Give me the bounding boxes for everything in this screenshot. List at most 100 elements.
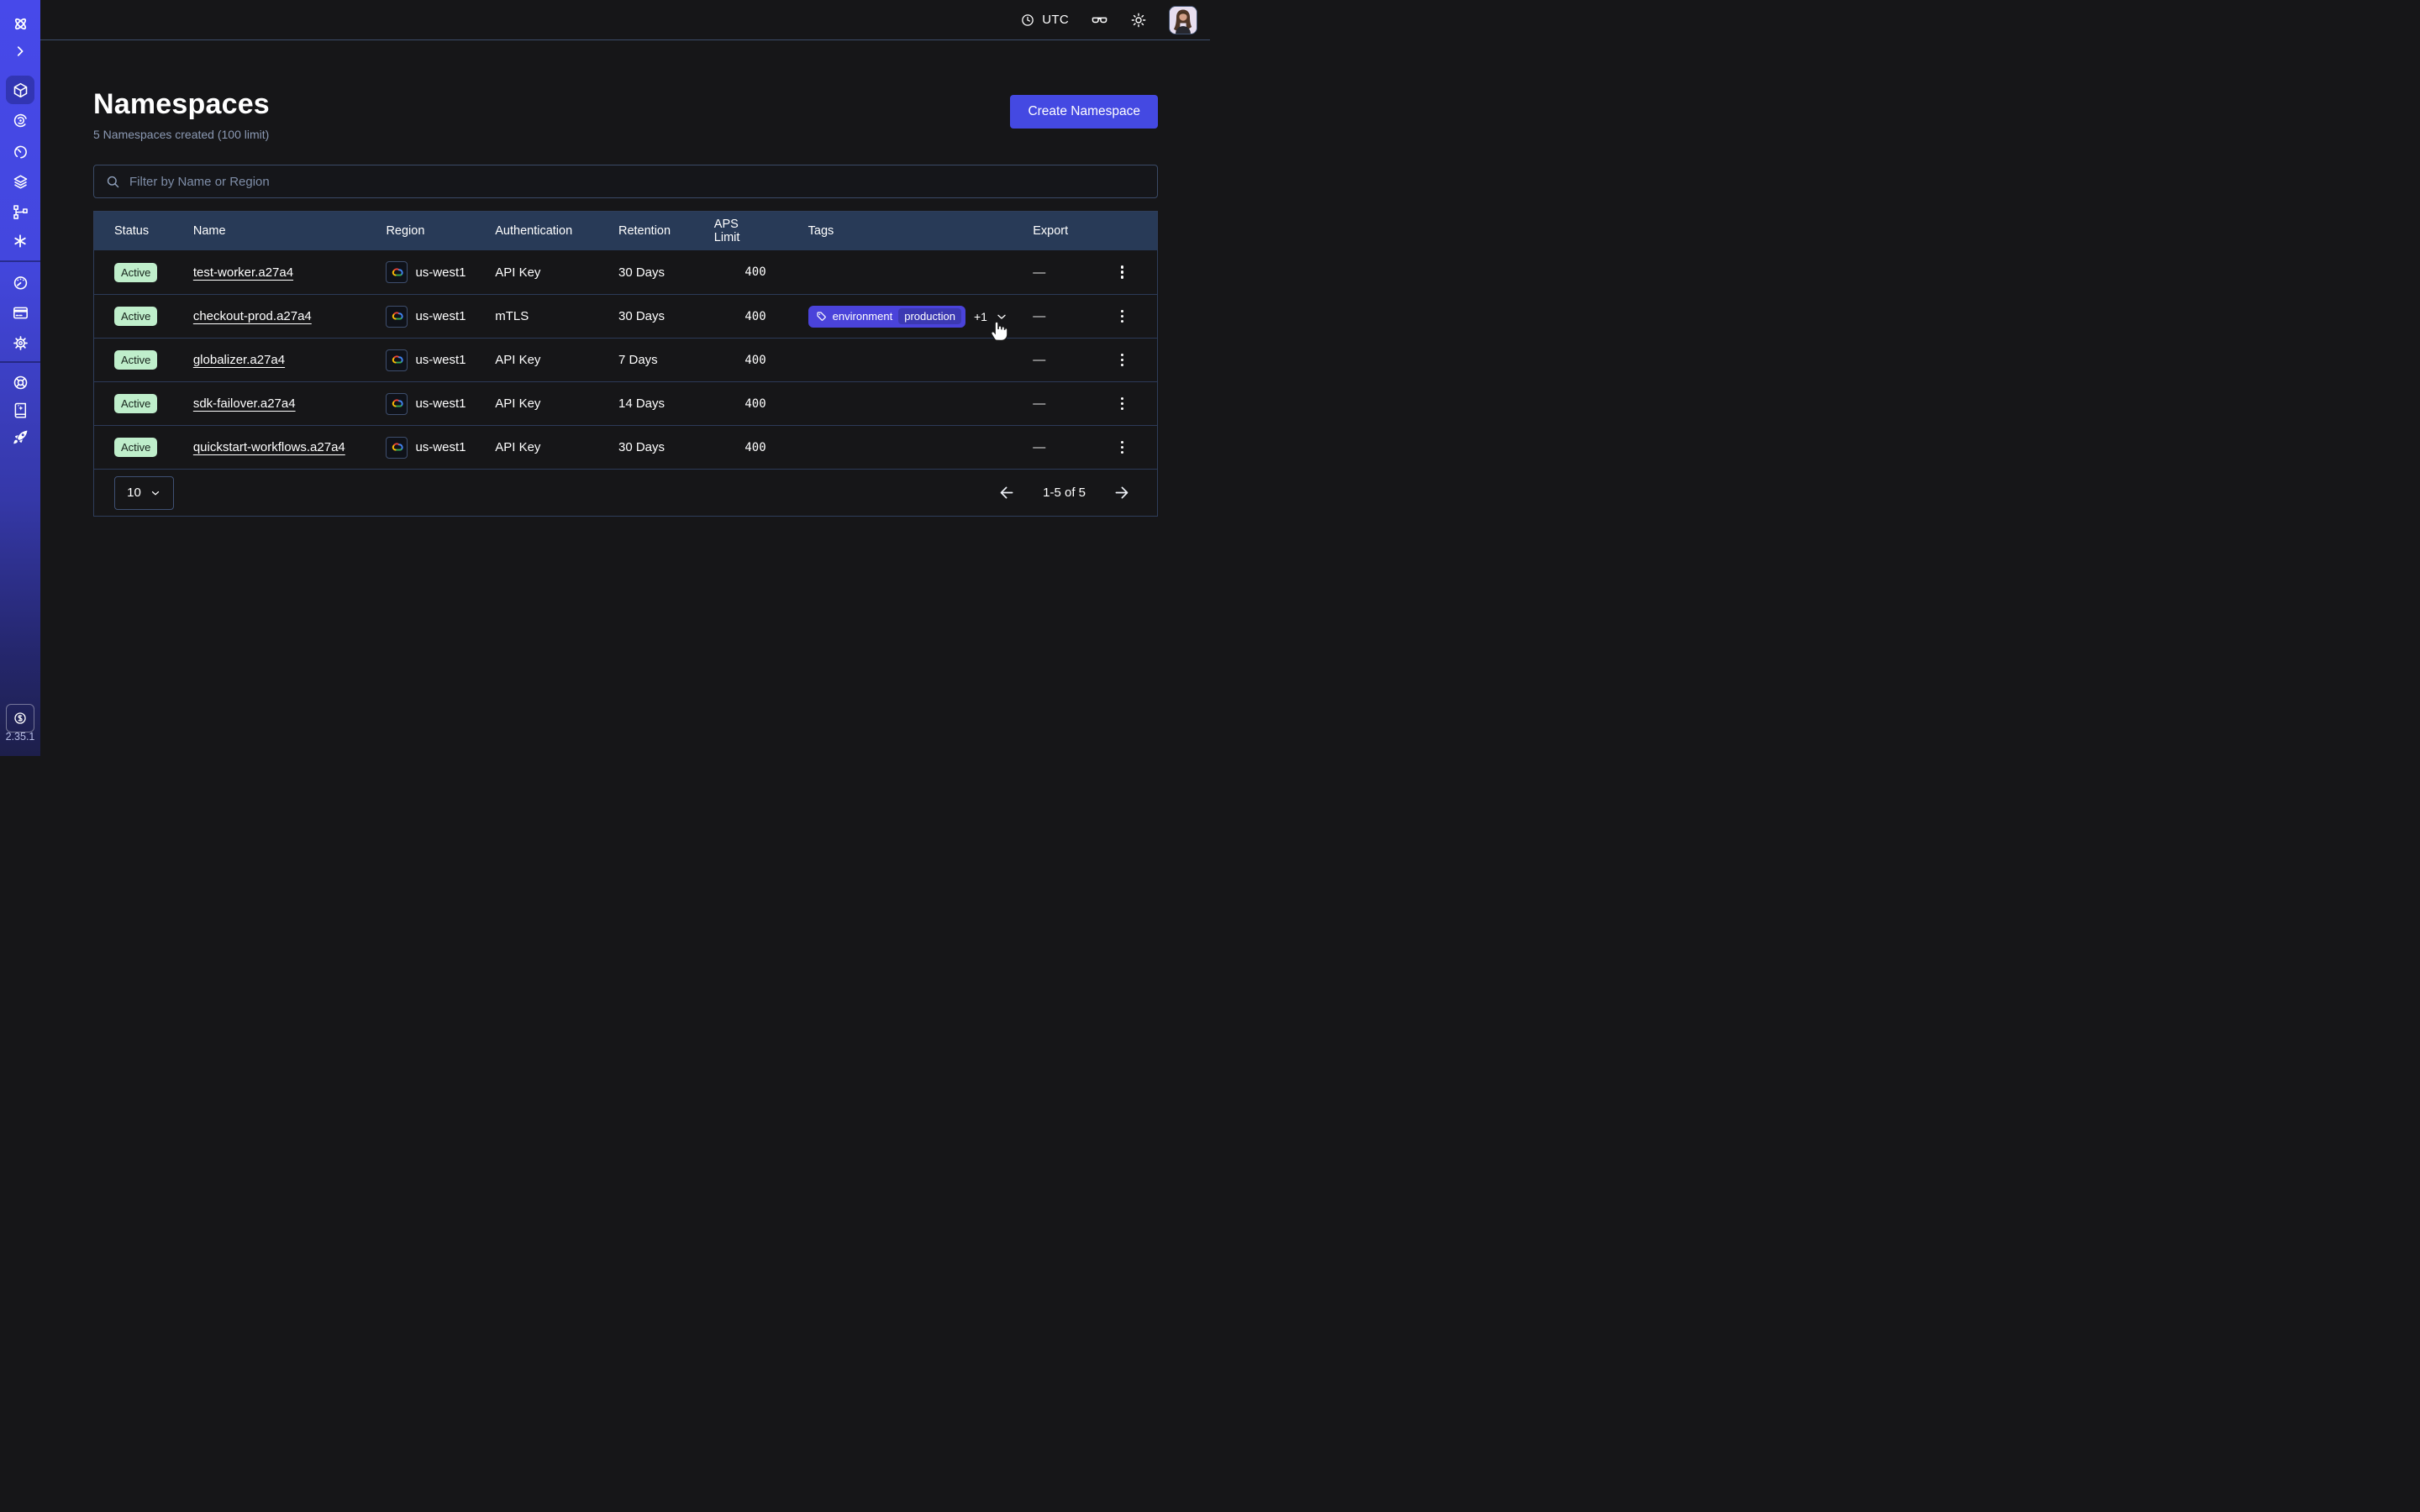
sidebar-item-getting-started[interactable]	[6, 423, 34, 451]
sidebar-divider	[0, 361, 40, 363]
temporal-logo[interactable]	[6, 9, 34, 38]
sidebar-item-batch-operations[interactable]	[6, 227, 34, 255]
iris-icon	[12, 112, 29, 129]
create-namespace-button[interactable]: Create Namespace	[1010, 95, 1158, 129]
tag-value: production	[898, 308, 961, 324]
tags-cell	[808, 426, 1034, 469]
export-value: —	[1033, 440, 1045, 454]
chevron-down-icon	[995, 310, 1008, 323]
row-actions-kebab-icon[interactable]	[1116, 261, 1129, 283]
sidebar-item-docs[interactable]	[6, 396, 34, 424]
labs-button[interactable]	[1091, 11, 1108, 29]
col-tags: Tags	[808, 212, 1034, 250]
filter-input[interactable]	[129, 175, 1146, 189]
namespace-link[interactable]: checkout-prod.a27a4	[193, 309, 312, 323]
tag-pill[interactable]: environment production	[808, 306, 965, 328]
sidebar: 2.35.1	[0, 0, 40, 756]
layers-icon	[12, 173, 29, 191]
timezone-label: UTC	[1042, 13, 1069, 27]
sun-icon	[1130, 12, 1147, 29]
chevron-down-icon	[150, 487, 161, 499]
col-retention: Retention	[618, 212, 714, 250]
namespace-link[interactable]: test-worker.a27a4	[193, 265, 293, 280]
pagination-controls: 1-5 of 5	[997, 482, 1132, 503]
chevron-right-icon	[13, 44, 28, 59]
status-badge: Active	[114, 394, 157, 413]
life-ring-icon	[12, 374, 29, 391]
row-actions-kebab-icon[interactable]	[1116, 306, 1129, 328]
credit-card-icon	[12, 304, 29, 322]
sidebar-expand-button[interactable]	[6, 37, 34, 66]
table-row: Active sdk-failover.a27a4 us-west1 API K…	[94, 381, 1157, 425]
cube-icon	[12, 81, 29, 99]
sidebar-item-namespaces[interactable]	[6, 76, 34, 104]
retention-value: 30 Days	[618, 295, 714, 338]
tag-icon	[816, 311, 827, 322]
sidebar-item-schedules[interactable]	[6, 137, 34, 165]
page-size-select[interactable]: 10	[114, 476, 174, 510]
asterisk-icon	[12, 233, 29, 249]
table-header-row: Status Name Region Authentication Retent…	[94, 212, 1157, 250]
region-label: us-west1	[415, 309, 466, 323]
glasses-icon	[1091, 11, 1108, 29]
retention-value: 30 Days	[618, 250, 714, 294]
temporal-logo-icon	[12, 15, 29, 33]
export-value: —	[1033, 265, 1045, 280]
retention-value: 7 Days	[618, 339, 714, 381]
previous-page-button[interactable]	[997, 482, 1018, 503]
namespace-link[interactable]: quickstart-workflows.a27a4	[193, 440, 345, 454]
table-footer: 10 1-5 of 5	[94, 469, 1157, 516]
page-size-value: 10	[127, 486, 141, 500]
gcp-cloud-icon	[386, 261, 408, 283]
sidebar-item-deployments[interactable]	[6, 167, 34, 196]
region-label: us-west1	[415, 396, 466, 411]
status-badge: Active	[114, 263, 157, 282]
badge-dollar-icon	[12, 710, 29, 727]
arrow-left-icon	[998, 484, 1016, 501]
timer-icon	[12, 143, 29, 160]
retention-value: 30 Days	[618, 426, 714, 469]
next-page-button[interactable]	[1111, 482, 1132, 503]
sidebar-item-nexus[interactable]	[6, 197, 34, 226]
theme-toggle-button[interactable]	[1130, 12, 1147, 29]
region-label: us-west1	[415, 265, 466, 280]
tags-expand-button[interactable]	[993, 308, 1010, 325]
col-authentication: Authentication	[495, 212, 618, 250]
pagination-range-label: 1-5 of 5	[1043, 486, 1086, 500]
col-export: Export	[1033, 212, 1157, 250]
aps-limit-value: 400	[714, 382, 808, 425]
page-title: Namespaces	[93, 88, 270, 121]
row-actions-kebab-icon[interactable]	[1116, 437, 1129, 459]
table-row: Active globalizer.a27a4 us-west1 API Key…	[94, 338, 1157, 381]
aps-limit-value: 400	[714, 250, 808, 294]
row-actions-kebab-icon[interactable]	[1116, 349, 1129, 371]
sidebar-item-billing[interactable]	[6, 298, 34, 327]
sidebar-item-support[interactable]	[6, 368, 34, 396]
tags-cell: environment production +1	[808, 295, 1034, 338]
tags-cell	[808, 250, 1034, 294]
retention-value: 14 Days	[618, 382, 714, 425]
arrow-right-icon	[1113, 484, 1130, 501]
gauge-icon	[12, 274, 29, 291]
sidebar-item-settings[interactable]	[6, 328, 34, 357]
gear-icon	[12, 334, 29, 352]
pricing-button[interactable]	[6, 704, 34, 732]
page-header: Namespaces 5 Namespaces created (100 lim…	[93, 88, 1158, 141]
sidebar-item-workflows[interactable]	[6, 106, 34, 134]
namespace-link[interactable]: sdk-failover.a27a4	[193, 396, 296, 411]
row-actions-kebab-icon[interactable]	[1116, 393, 1129, 415]
sidebar-divider	[0, 260, 40, 262]
user-avatar[interactable]	[1169, 6, 1197, 34]
table-row: Active test-worker.a27a4 us-west1 API Ke…	[94, 250, 1157, 294]
export-value: —	[1033, 396, 1045, 411]
status-badge: Active	[114, 438, 157, 457]
status-badge: Active	[114, 307, 157, 326]
region-label: us-west1	[415, 353, 466, 367]
sidebar-item-usage[interactable]	[6, 268, 34, 297]
namespace-count-subtitle: 5 Namespaces created (100 limit)	[93, 128, 270, 141]
export-value: —	[1033, 353, 1045, 367]
tags-cell	[808, 382, 1034, 425]
auth-value: API Key	[495, 339, 618, 381]
namespace-link[interactable]: globalizer.a27a4	[193, 353, 285, 367]
timezone-button[interactable]: UTC	[1020, 13, 1069, 28]
